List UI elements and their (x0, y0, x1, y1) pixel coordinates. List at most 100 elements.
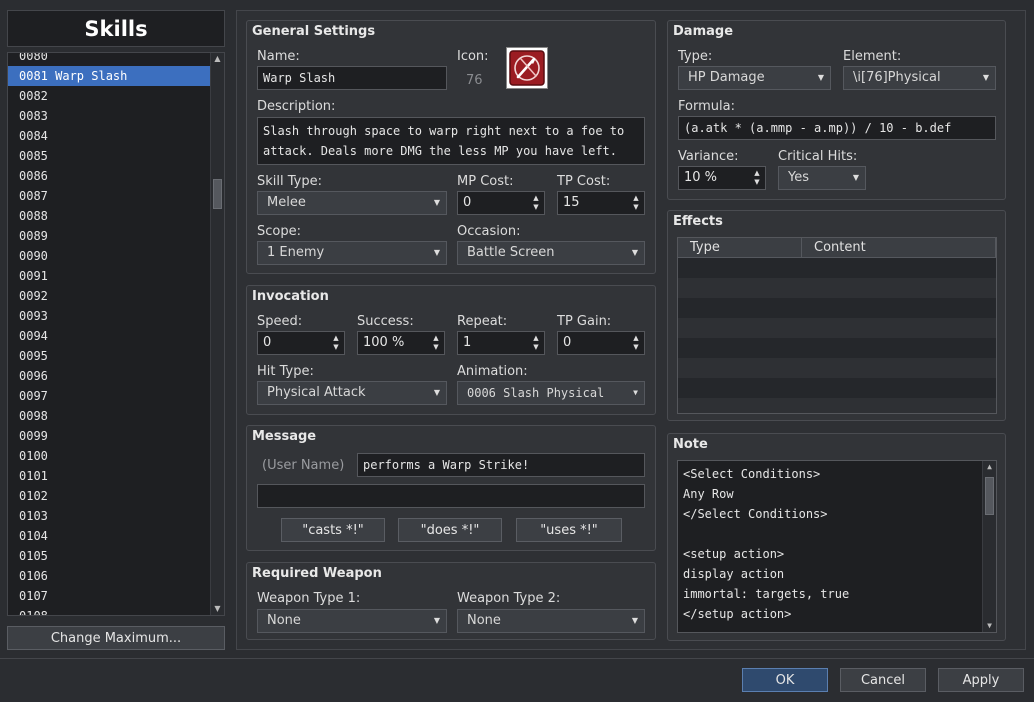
list-item[interactable]: 0099 (8, 426, 211, 446)
animation-select[interactable]: 0006 Slash Physical ▼ (457, 381, 645, 405)
skill-list[interactable]: 0080 0081 Warp Slash 0082 0083 0084 0085 0086… (7, 52, 225, 616)
mp-cost-spinner[interactable]: 0 ▲ ▼ (457, 191, 545, 215)
description-input[interactable]: Slash through space to warp right next t… (257, 117, 645, 165)
skill-type-select[interactable]: Melee ▼ (257, 191, 447, 215)
weapon-type1-label: Weapon Type 1: (257, 591, 361, 606)
cancel-button[interactable]: Cancel (840, 668, 926, 692)
note-textarea[interactable]: <Select Conditions> Any Row </Select Condi… (677, 460, 997, 633)
element-select[interactable]: \i[76]Physical ▼ (843, 66, 996, 90)
casts-button[interactable]: "casts *!" (281, 518, 385, 542)
column-header-type[interactable]: Type (678, 238, 802, 258)
apply-button[interactable]: Apply (938, 668, 1024, 692)
weapon-type2-select[interactable]: None ▼ (457, 609, 645, 633)
list-item[interactable]: 0088 (8, 206, 211, 226)
tp-cost-spinner[interactable]: 15 ▲ ▼ (557, 191, 645, 215)
hit-type-select[interactable]: Physical Attack ▼ (257, 381, 447, 405)
spinner-arrows-icon[interactable]: ▲ ▼ (531, 194, 541, 212)
skill-icon-button[interactable] (506, 47, 548, 89)
list-item[interactable]: 0084 (8, 126, 211, 146)
chevron-down-icon: ▼ (433, 616, 440, 625)
repeat-spinner[interactable]: 1 ▲ ▼ (457, 331, 545, 355)
spinner-arrows-icon[interactable]: ▲ ▼ (331, 334, 341, 352)
effects-table-header: Type Content (678, 238, 996, 258)
list-item[interactable]: 0083 (8, 106, 211, 126)
list-item[interactable]: 0093 (8, 306, 211, 326)
table-row[interactable] (678, 398, 996, 413)
note-line: immortal: targets, true (683, 587, 850, 601)
critical-hits-select[interactable]: Yes ▼ (778, 166, 866, 190)
list-item[interactable]: 0080 (8, 53, 211, 66)
chevron-down-icon: ▼ (631, 248, 638, 257)
uses-button[interactable]: "uses *!" (516, 518, 622, 542)
effects-group: Effects Type Content (667, 210, 1006, 421)
scroll-up-icon[interactable]: ▲ (983, 461, 996, 473)
list-item[interactable]: 0092 (8, 286, 211, 306)
formula-input[interactable]: (a.atk * (a.mmp - a.mp)) / 10 - b.def (678, 116, 996, 140)
variance-spinner[interactable]: 10 % ▲ ▼ (678, 166, 766, 190)
name-input[interactable]: Warp Slash (257, 66, 447, 90)
table-row[interactable] (678, 258, 996, 278)
list-item[interactable]: 0096 (8, 366, 211, 386)
note-scrollbar[interactable]: ▲ ▼ (982, 461, 996, 632)
hit-type-label: Hit Type: (257, 364, 314, 379)
mp-cost-value: 0 (463, 195, 472, 210)
table-row[interactable] (678, 338, 996, 358)
occasion-select[interactable]: Battle Screen ▼ (457, 241, 645, 265)
ok-button[interactable]: OK (742, 668, 828, 692)
scope-label: Scope: (257, 224, 301, 239)
spinner-arrows-icon[interactable]: ▲ ▼ (531, 334, 541, 352)
table-row[interactable] (678, 358, 996, 378)
weapon-type1-select[interactable]: None ▼ (257, 609, 447, 633)
list-item[interactable]: 0089 (8, 226, 211, 246)
message-line2-input[interactable] (257, 484, 645, 508)
change-maximum-button[interactable]: Change Maximum... (7, 626, 225, 650)
scroll-down-icon[interactable]: ▼ (211, 603, 224, 615)
scrollbar-thumb[interactable] (213, 179, 222, 209)
table-row[interactable] (678, 318, 996, 338)
spinner-arrows-icon[interactable]: ▲ ▼ (631, 334, 641, 352)
list-item[interactable]: 0105 (8, 546, 211, 566)
damage-type-select[interactable]: HP Damage ▼ (678, 66, 831, 90)
spinner-arrows-icon[interactable]: ▲ ▼ (631, 194, 641, 212)
list-item[interactable]: 0098 (8, 406, 211, 426)
animation-label: Animation: (457, 364, 528, 379)
list-item[interactable]: 0081 Warp Slash (8, 66, 211, 86)
column-header-content[interactable]: Content (802, 238, 996, 258)
chevron-down-icon: ▼ (433, 248, 440, 257)
list-item[interactable]: 0101 (8, 466, 211, 486)
list-item[interactable]: 0086 (8, 166, 211, 186)
success-spinner[interactable]: 100 % ▲ ▼ (357, 331, 445, 355)
list-item[interactable]: 0103 (8, 506, 211, 526)
message-line1-input[interactable]: performs a Warp Strike! (357, 453, 645, 477)
list-item[interactable]: 0087 (8, 186, 211, 206)
tp-gain-label: TP Gain: (557, 314, 612, 329)
spinner-arrows-icon[interactable]: ▲ ▼ (431, 334, 441, 352)
list-item[interactable]: 0107 (8, 586, 211, 606)
speed-spinner[interactable]: 0 ▲ ▼ (257, 331, 345, 355)
table-row[interactable] (678, 298, 996, 318)
list-item[interactable]: 0100 (8, 446, 211, 466)
scrollbar-thumb[interactable] (985, 477, 994, 515)
effects-table[interactable]: Type Content (677, 237, 997, 414)
scroll-down-icon[interactable]: ▼ (983, 620, 996, 632)
scope-select[interactable]: 1 Enemy ▼ (257, 241, 447, 265)
list-item[interactable]: 0085 (8, 146, 211, 166)
list-item[interactable]: 0104 (8, 526, 211, 546)
icon-index: 76 (466, 73, 483, 88)
list-item[interactable]: 0095 (8, 346, 211, 366)
tp-gain-spinner[interactable]: 0 ▲ ▼ (557, 331, 645, 355)
scroll-up-icon[interactable]: ▲ (211, 53, 224, 65)
does-button[interactable]: "does *!" (398, 518, 502, 542)
list-item[interactable]: 0106 (8, 566, 211, 586)
list-item[interactable]: 0094 (8, 326, 211, 346)
list-item[interactable]: 0082 (8, 86, 211, 106)
list-item[interactable]: 0090 (8, 246, 211, 266)
spinner-arrows-icon[interactable]: ▲ ▼ (752, 169, 762, 187)
list-item[interactable]: 0097 (8, 386, 211, 406)
list-item[interactable]: 0102 (8, 486, 211, 506)
table-row[interactable] (678, 278, 996, 298)
table-row[interactable] (678, 378, 996, 398)
list-scrollbar[interactable]: ▲ ▼ (210, 53, 224, 615)
list-item[interactable]: 0108 (8, 606, 211, 615)
list-item[interactable]: 0091 (8, 266, 211, 286)
